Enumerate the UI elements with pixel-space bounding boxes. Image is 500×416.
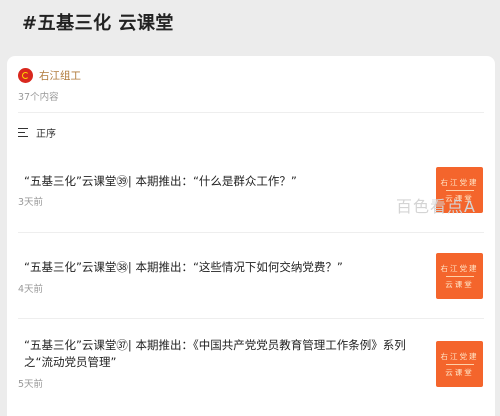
article-title[interactable]: “五基三化”云课堂㊳| 本期推出：“这些情况下如何交纳党费？”	[24, 259, 426, 276]
thumbnail-text: 右江党建	[440, 263, 479, 273]
article-thumbnail[interactable]: 右江党建 云课堂	[436, 341, 483, 387]
article-list-card: 右江组工 37个内容 正序 “五基三化”云课堂㊴| 本期推出：“什么是群众工作？…	[7, 56, 495, 416]
thumbnail-text: 云课堂	[445, 367, 474, 377]
article-title[interactable]: “五基三化”云课堂㊲| 本期推出：《中国共产党党员教育管理工作条例》系列之“流动…	[24, 337, 426, 371]
thumbnail-text: 云课堂	[445, 279, 474, 289]
account-name[interactable]: 右江组工	[39, 68, 81, 83]
article-item[interactable]: “五基三化”云课堂㊳| 本期推出：“这些情况下如何交纳党费？” 4天前 右江党建…	[7, 253, 495, 339]
sort-label: 正序	[36, 129, 56, 140]
thumbnail-text: 右江党建	[440, 351, 479, 361]
divider	[18, 232, 484, 233]
party-emblem-icon	[18, 67, 33, 83]
account-header[interactable]: 右江组工	[18, 67, 81, 83]
article-item[interactable]: “五基三化”云课堂㊲| 本期推出：《中国共产党党员教育管理工作条例》系列之“流动…	[7, 337, 495, 416]
sort-icon	[18, 128, 28, 138]
article-title[interactable]: “五基三化”云课堂㊴| 本期推出：“什么是群众工作？”	[24, 173, 426, 190]
article-time: 5天前	[18, 379, 44, 390]
watermark: 百色看点A	[396, 197, 476, 216]
article-time: 3天前	[18, 197, 44, 208]
article-time: 4天前	[18, 284, 44, 295]
content-count: 37个内容	[18, 92, 59, 103]
topic-title: #五基三化 云课堂	[22, 13, 174, 34]
divider	[18, 112, 484, 113]
article-thumbnail[interactable]: 右江党建 云课堂	[436, 253, 483, 299]
divider	[18, 318, 484, 319]
thumbnail-text: 右江党建	[440, 177, 479, 187]
sort-toggle[interactable]: 正序	[18, 125, 56, 140]
